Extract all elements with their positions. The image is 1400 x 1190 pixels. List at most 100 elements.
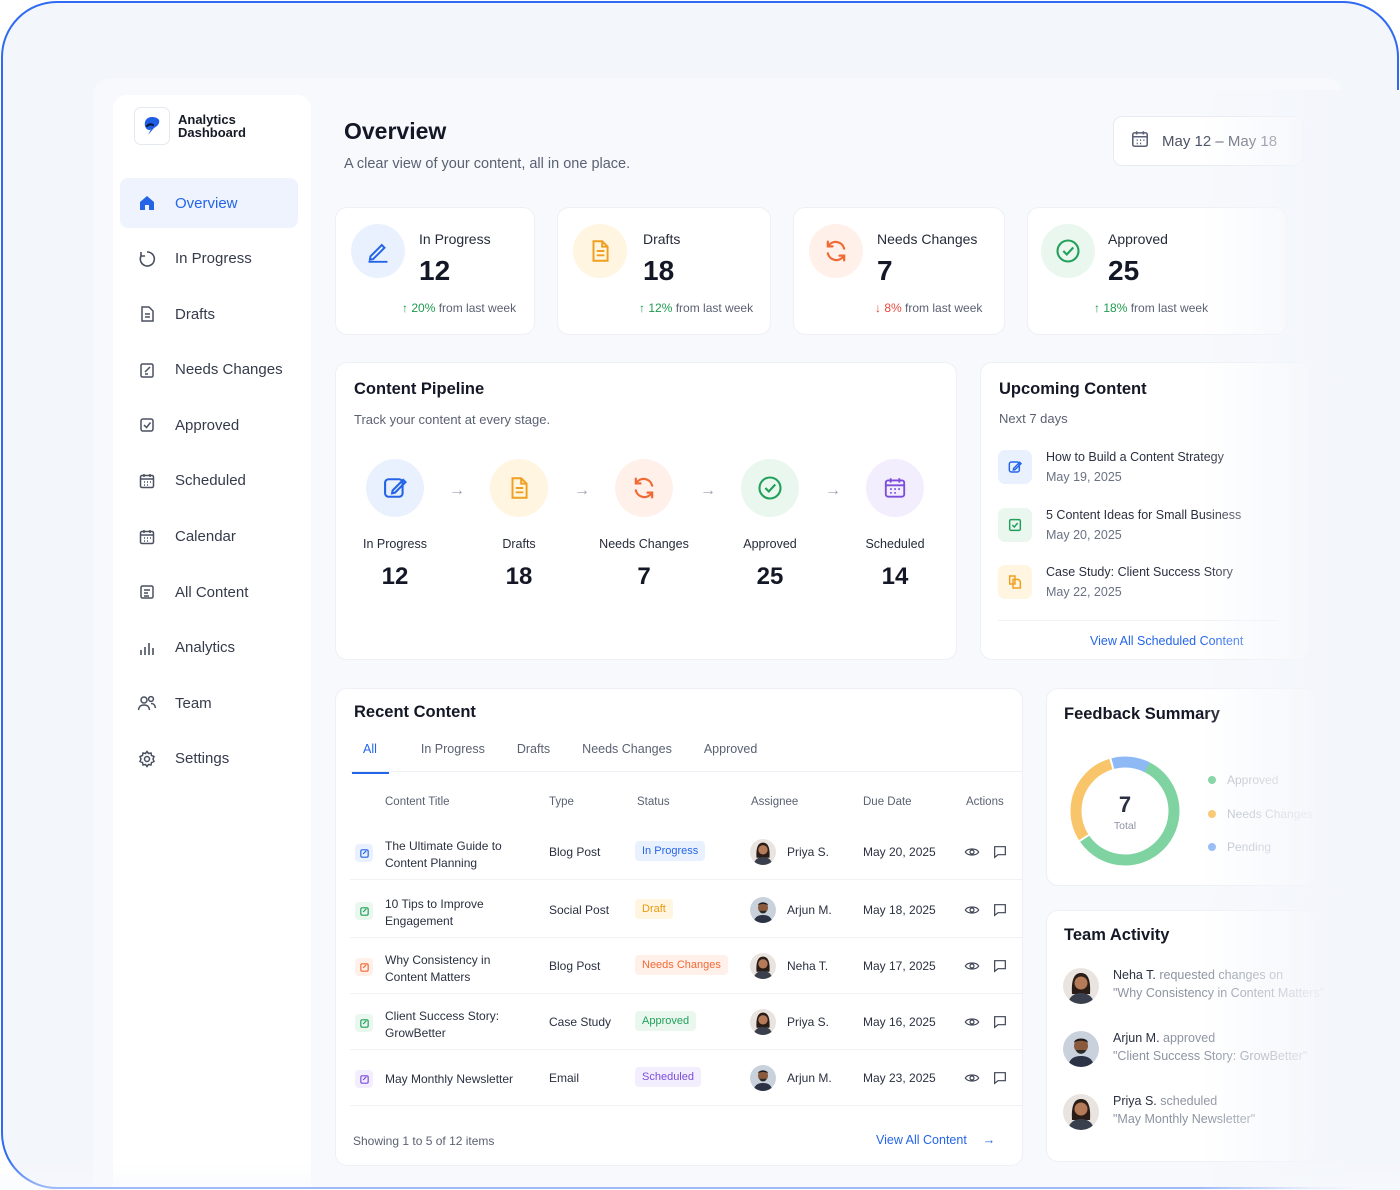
eye-icon[interactable] [964, 958, 980, 974]
table-row[interactable]: Why Consistency in Content Matters Blog Po… [350, 938, 1022, 994]
sidebar-item-scheduled[interactable]: Scheduled [120, 456, 298, 506]
table-row[interactable]: May Monthly Newsletter Email Scheduled Arju… [350, 1050, 1022, 1106]
upcoming-item[interactable]: How to Build a Content Strategy May 19, 2… [998, 450, 1224, 484]
trend-text: from last week [905, 301, 983, 315]
tab-in-progress[interactable]: In Progress [421, 740, 485, 774]
stat-card-in-progress[interactable]: In Progress 12 ↑ 20% from last week [335, 207, 535, 335]
content-type-icon [355, 902, 373, 920]
activity-target: "May Monthly Newsletter" [1113, 1112, 1256, 1126]
pipeline-stage-approved[interactable]: Approved 25 [715, 459, 825, 591]
stage-name: Needs Changes [599, 537, 689, 551]
pipeline-stage-drafts[interactable]: Drafts 18 [464, 459, 574, 591]
trend-percent: 18% [1103, 301, 1128, 315]
pagination-summary: Showing 1 to 5 of 12 items [353, 1134, 495, 1148]
comment-icon[interactable] [992, 844, 1008, 860]
sidebar-item-label: Drafts [175, 305, 216, 323]
progress-icon [137, 249, 157, 269]
assignee-name: Priya S. [787, 1015, 830, 1029]
sidebar-item-all-content[interactable]: All Content [120, 567, 298, 617]
app-logo[interactable]: Analytics Dashboard [132, 101, 256, 151]
stat-value: 7 [877, 255, 893, 286]
trend-text: from last week [1130, 301, 1209, 315]
comment-icon[interactable] [992, 958, 1008, 974]
check-circle-icon [1041, 224, 1095, 278]
avatar [750, 953, 776, 979]
content-title[interactable]: 10 Tips to Improve Engagement [385, 896, 484, 930]
tab-all[interactable]: All [352, 740, 389, 774]
content-title[interactable]: May Monthly Newsletter [385, 1071, 513, 1088]
activity-item[interactable]: Neha T. requested changes on "Why Consist… [1063, 968, 1324, 1004]
pipeline-stage-in-progress[interactable]: In Progress 12 [340, 459, 450, 591]
comment-icon[interactable] [992, 1014, 1008, 1030]
column-header-status[interactable]: Status [637, 796, 670, 808]
page-title: Overview [344, 118, 447, 144]
column-header-due-date[interactable]: Due Date [863, 796, 912, 808]
upcoming-item[interactable]: 5 Content Ideas for Small Business May 20… [998, 508, 1241, 542]
date-range-picker[interactable]: May 12 – May 18 [1113, 116, 1303, 166]
sidebar-item-calendar[interactable]: Calendar [120, 512, 298, 562]
upcoming-item[interactable]: Case Study: Client Success Story May 22, … [998, 565, 1233, 599]
pipeline-stage-needs-changes[interactable]: Needs Changes 7 [589, 459, 699, 591]
stat-trend: ↑ 20% from last week [402, 301, 516, 315]
content-type-icon [355, 958, 373, 976]
eye-icon[interactable] [964, 844, 980, 860]
comment-icon[interactable] [992, 1070, 1008, 1086]
activity-item[interactable]: Priya S. scheduled "May Monthly Newslette… [1063, 1094, 1255, 1130]
page-subtitle: A clear view of your content, all in one… [344, 156, 631, 172]
document-icon [573, 224, 627, 278]
activity-action: approved [1163, 1031, 1216, 1045]
feedback-donut-chart: 7 Total [1068, 752, 1182, 870]
stage-name: Drafts [502, 537, 536, 551]
eye-icon[interactable] [964, 902, 980, 918]
sidebar-item-overview[interactable]: Overview [120, 178, 298, 228]
view-all-scheduled-link[interactable]: View All Scheduled Content [1090, 634, 1243, 648]
tab-needs-changes[interactable]: Needs Changes [582, 740, 672, 774]
sidebar-item-approved[interactable]: Approved [120, 400, 298, 450]
sidebar-item-needs-changes[interactable]: Needs Changes [120, 345, 298, 395]
sidebar-item-label: Team [175, 694, 212, 712]
sidebar-item-team[interactable]: Team [120, 678, 298, 728]
comment-icon[interactable] [992, 902, 1008, 918]
activity-user: Neha T. [1113, 968, 1156, 982]
sidebar-item-settings[interactable]: Settings [120, 734, 298, 784]
stat-label: Needs Changes [877, 231, 978, 247]
trend-percent: 12% [648, 301, 673, 315]
eye-icon[interactable] [964, 1070, 980, 1086]
table-row[interactable]: 10 Tips to Improve Engagement Social Post D… [350, 882, 1022, 938]
content-title-line2: Content Planning [385, 856, 478, 870]
sidebar-item-label: All Content [175, 583, 249, 601]
stat-card-drafts[interactable]: Drafts 18 ↑ 12% from last week [557, 207, 771, 335]
column-header-type[interactable]: Type [549, 796, 574, 808]
column-header-title[interactable]: Content Title [385, 796, 450, 808]
avatar [750, 839, 776, 865]
tab-drafts[interactable]: Drafts [517, 740, 550, 774]
due-date: May 17, 2025 [863, 959, 936, 973]
check-square-icon [137, 415, 157, 435]
divider [998, 620, 1278, 621]
content-title-line1: 10 Tips to Improve [385, 897, 484, 911]
pipeline-stage-scheduled[interactable]: Scheduled 14 [840, 459, 950, 591]
stat-label: Approved [1108, 231, 1168, 247]
table-row[interactable]: The Ultimate Guide to Content Planning Blo… [350, 824, 1022, 880]
content-title[interactable]: Why Consistency in Content Matters [385, 952, 490, 986]
content-title[interactable]: The Ultimate Guide to Content Planning [385, 838, 502, 872]
stat-card-needs-changes[interactable]: Needs Changes 7 ↓ 8% from last week [793, 207, 1005, 335]
eye-icon[interactable] [964, 1014, 980, 1030]
legend-pending: Pending [1227, 840, 1272, 854]
pipeline-title: Content Pipeline [354, 380, 485, 398]
sidebar-item-in-progress[interactable]: In Progress [120, 234, 298, 284]
sidebar-item-analytics[interactable]: Analytics [120, 623, 298, 673]
stat-trend: ↑ 12% from last week [639, 301, 753, 315]
document-icon [137, 304, 157, 324]
content-title[interactable]: Client Success Story: GrowBetter [385, 1008, 499, 1042]
logo-mark-icon [134, 107, 170, 145]
tab-approved[interactable]: Approved [704, 740, 758, 774]
table-row[interactable]: Client Success Story: GrowBetter Case Stud… [350, 994, 1022, 1050]
activity-item[interactable]: Arjun M. approved "Client Success Story: … [1063, 1031, 1307, 1067]
activity-title: Team Activity [1064, 926, 1170, 944]
stat-card-approved[interactable]: Approved 25 ↑ 18% from last week [1027, 207, 1287, 335]
status-badge: Approved [635, 1011, 697, 1031]
sidebar-item-drafts[interactable]: Drafts [120, 289, 298, 339]
view-all-content-link[interactable]: View All Content → [876, 1133, 995, 1147]
column-header-assignee[interactable]: Assignee [751, 796, 798, 808]
